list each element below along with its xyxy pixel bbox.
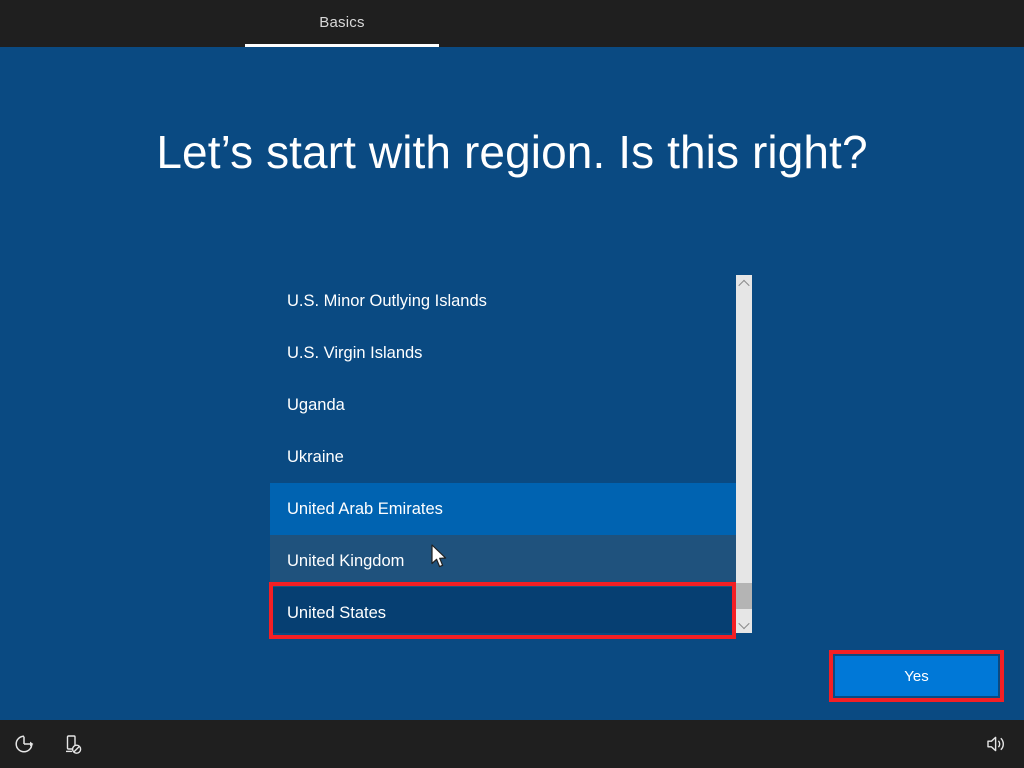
- yes-button[interactable]: Yes: [835, 656, 998, 696]
- region-label: U.S. Virgin Islands: [287, 343, 423, 362]
- list-item[interactable]: Ukraine: [270, 431, 736, 483]
- tab-strip: Basics: [245, 0, 439, 47]
- top-bar: Basics: [0, 0, 1024, 47]
- list-item-selected[interactable]: United Arab Emirates: [270, 483, 736, 535]
- chevron-down-icon[interactable]: [736, 616, 752, 633]
- region-label: U.S. Minor Outlying Islands: [287, 291, 487, 310]
- yes-button-label: Yes: [904, 667, 929, 685]
- region-selector: U.S. Minor Outlying Islands U.S. Virgin …: [270, 275, 752, 633]
- tab-basics[interactable]: Basics: [245, 0, 439, 47]
- region-list[interactable]: U.S. Minor Outlying Islands U.S. Virgin …: [270, 275, 736, 633]
- region-label: Uganda: [287, 395, 345, 414]
- region-label: Ukraine: [287, 447, 344, 466]
- windows-oobe-screen: Basics Let’s start with region. Is this …: [0, 0, 1024, 768]
- bottom-bar: [0, 720, 1024, 768]
- network-disabled-icon[interactable]: [48, 720, 96, 768]
- list-item-hovered[interactable]: United Kingdom: [270, 535, 736, 587]
- ease-of-access-icon[interactable]: [0, 720, 48, 768]
- region-label: United Arab Emirates: [287, 499, 443, 518]
- list-item[interactable]: U.S. Minor Outlying Islands: [270, 275, 736, 327]
- region-label: United States: [287, 603, 387, 622]
- bottom-bar-left-icons: [0, 720, 96, 768]
- list-item[interactable]: Uganda: [270, 379, 736, 431]
- region-list-scrollbar[interactable]: [736, 275, 752, 633]
- chevron-up-icon[interactable]: [736, 275, 752, 292]
- scrollbar-thumb[interactable]: [736, 583, 752, 609]
- page-title: Let’s start with region. Is this right?: [156, 126, 868, 178]
- list-item[interactable]: U.S. Virgin Islands: [270, 327, 736, 379]
- region-label: United Kingdom: [287, 551, 405, 570]
- volume-icon[interactable]: [972, 720, 1020, 768]
- tab-basics-label: Basics: [319, 13, 365, 31]
- list-item-united-states[interactable]: United States: [270, 587, 736, 633]
- bottom-bar-right-icons: [972, 720, 1020, 768]
